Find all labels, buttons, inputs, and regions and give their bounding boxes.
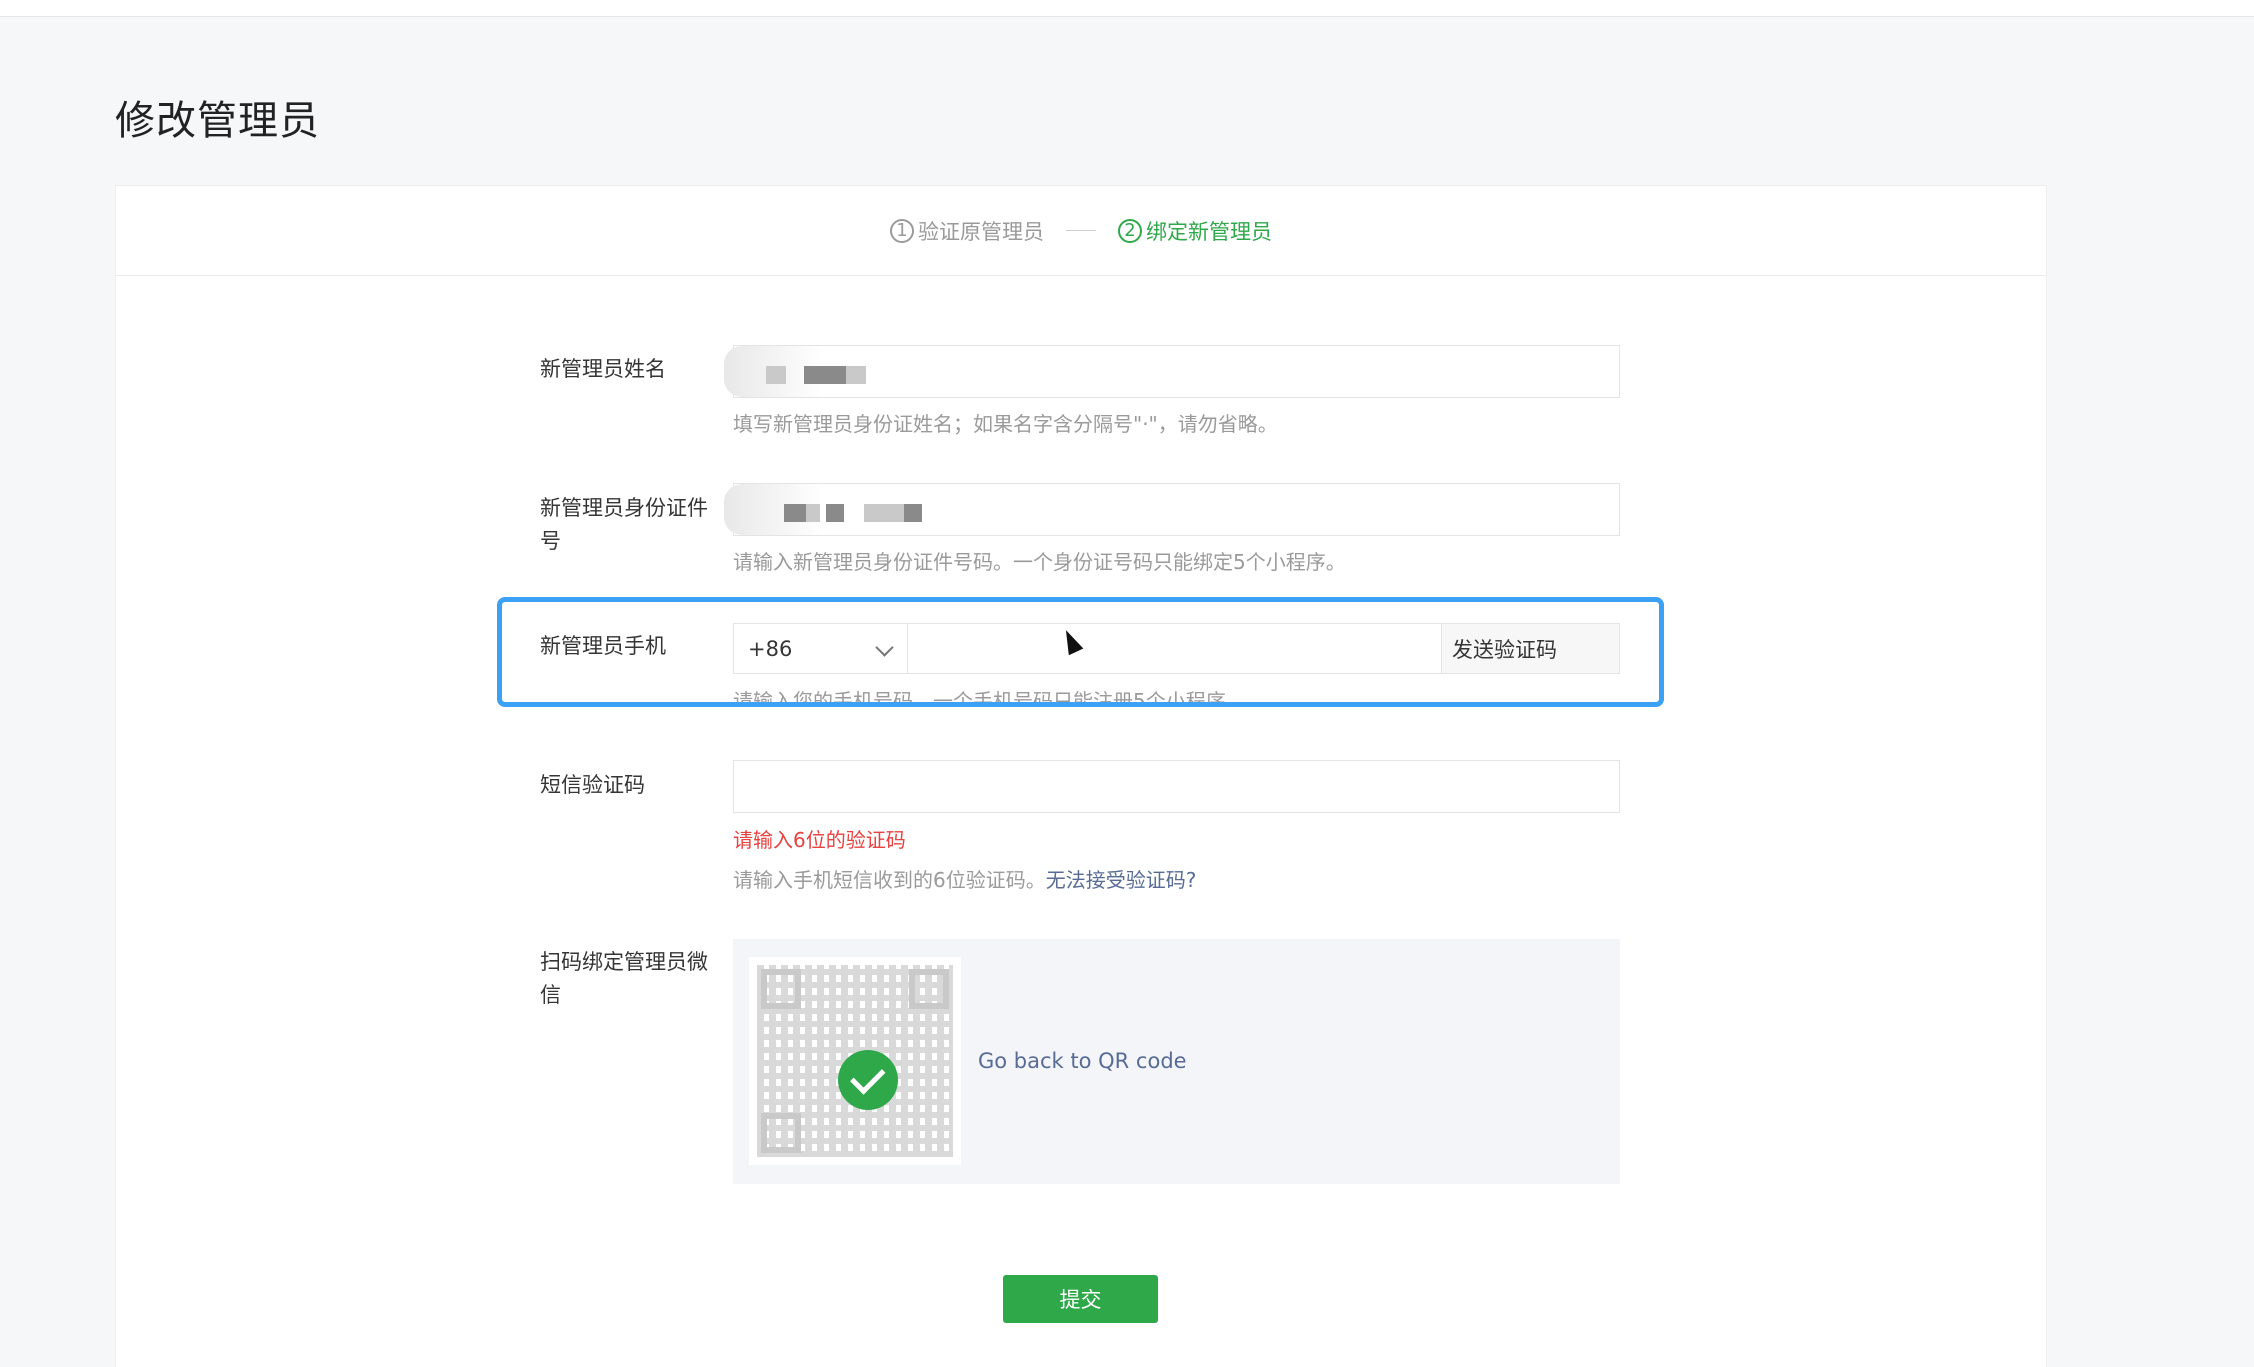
id-number-label: 新管理员身份证件号 (540, 496, 708, 553)
page-title: 修改管理员 (115, 98, 320, 144)
step-1-label: 验证原管理员 (918, 219, 1044, 244)
submit-button[interactable]: 提交 (1003, 1275, 1158, 1323)
name-redaction (804, 366, 846, 384)
wechat-label: 扫码绑定管理员微信 (540, 950, 708, 1007)
qr-finder (909, 969, 949, 1009)
sms-code-hint-text: 请输入手机短信收到的6位验证码。 (733, 868, 1046, 892)
id-redaction (806, 504, 820, 522)
name-redaction (846, 366, 866, 384)
sms-code-label: 短信验证码 (540, 773, 645, 797)
step-2-number: 2 (1118, 218, 1142, 243)
sms-code-hint: 请输入手机短信收到的6位验证码。无法接受验证码? (733, 864, 1196, 893)
cannot-receive-code-link[interactable]: 无法接受验证码? (1046, 868, 1197, 892)
top-bar (0, 0, 2254, 17)
step-2-label: 绑定新管理员 (1146, 219, 1272, 244)
name-redaction (766, 366, 786, 384)
qr-code (749, 957, 961, 1165)
id-number-input[interactable] (724, 483, 1620, 536)
step-2: 2 绑定新管理员 (1118, 216, 1272, 246)
highlight-box (497, 597, 1664, 707)
qr-finder (761, 1113, 801, 1153)
sms-code-input[interactable] (733, 760, 1620, 813)
qr-panel: Go back to QR code (733, 939, 1620, 1184)
step-1-number: 1 (890, 218, 914, 243)
id-redaction (784, 504, 806, 522)
step-separator (1066, 230, 1096, 231)
step-indicator: 1 验证原管理员 2 绑定新管理员 (116, 186, 2046, 276)
id-redaction (904, 504, 922, 522)
name-hint: 填写新管理员身份证姓名；如果名字含分隔号"·"，请勿省略。 (733, 412, 1278, 436)
step-1: 1 验证原管理员 (890, 216, 1044, 246)
name-input[interactable] (724, 345, 1620, 398)
id-number-hint: 请输入新管理员身份证件号码。一个身份证号码只能绑定5个小程序。 (733, 550, 1346, 574)
id-redaction (826, 504, 844, 522)
sms-code-error: 请输入6位的验证码 (733, 828, 906, 852)
id-redaction (864, 504, 904, 522)
name-label: 新管理员姓名 (540, 357, 666, 381)
back-to-qr-link[interactable]: Go back to QR code (978, 1049, 1187, 1073)
qr-finder (761, 969, 801, 1009)
check-icon (838, 1050, 898, 1110)
